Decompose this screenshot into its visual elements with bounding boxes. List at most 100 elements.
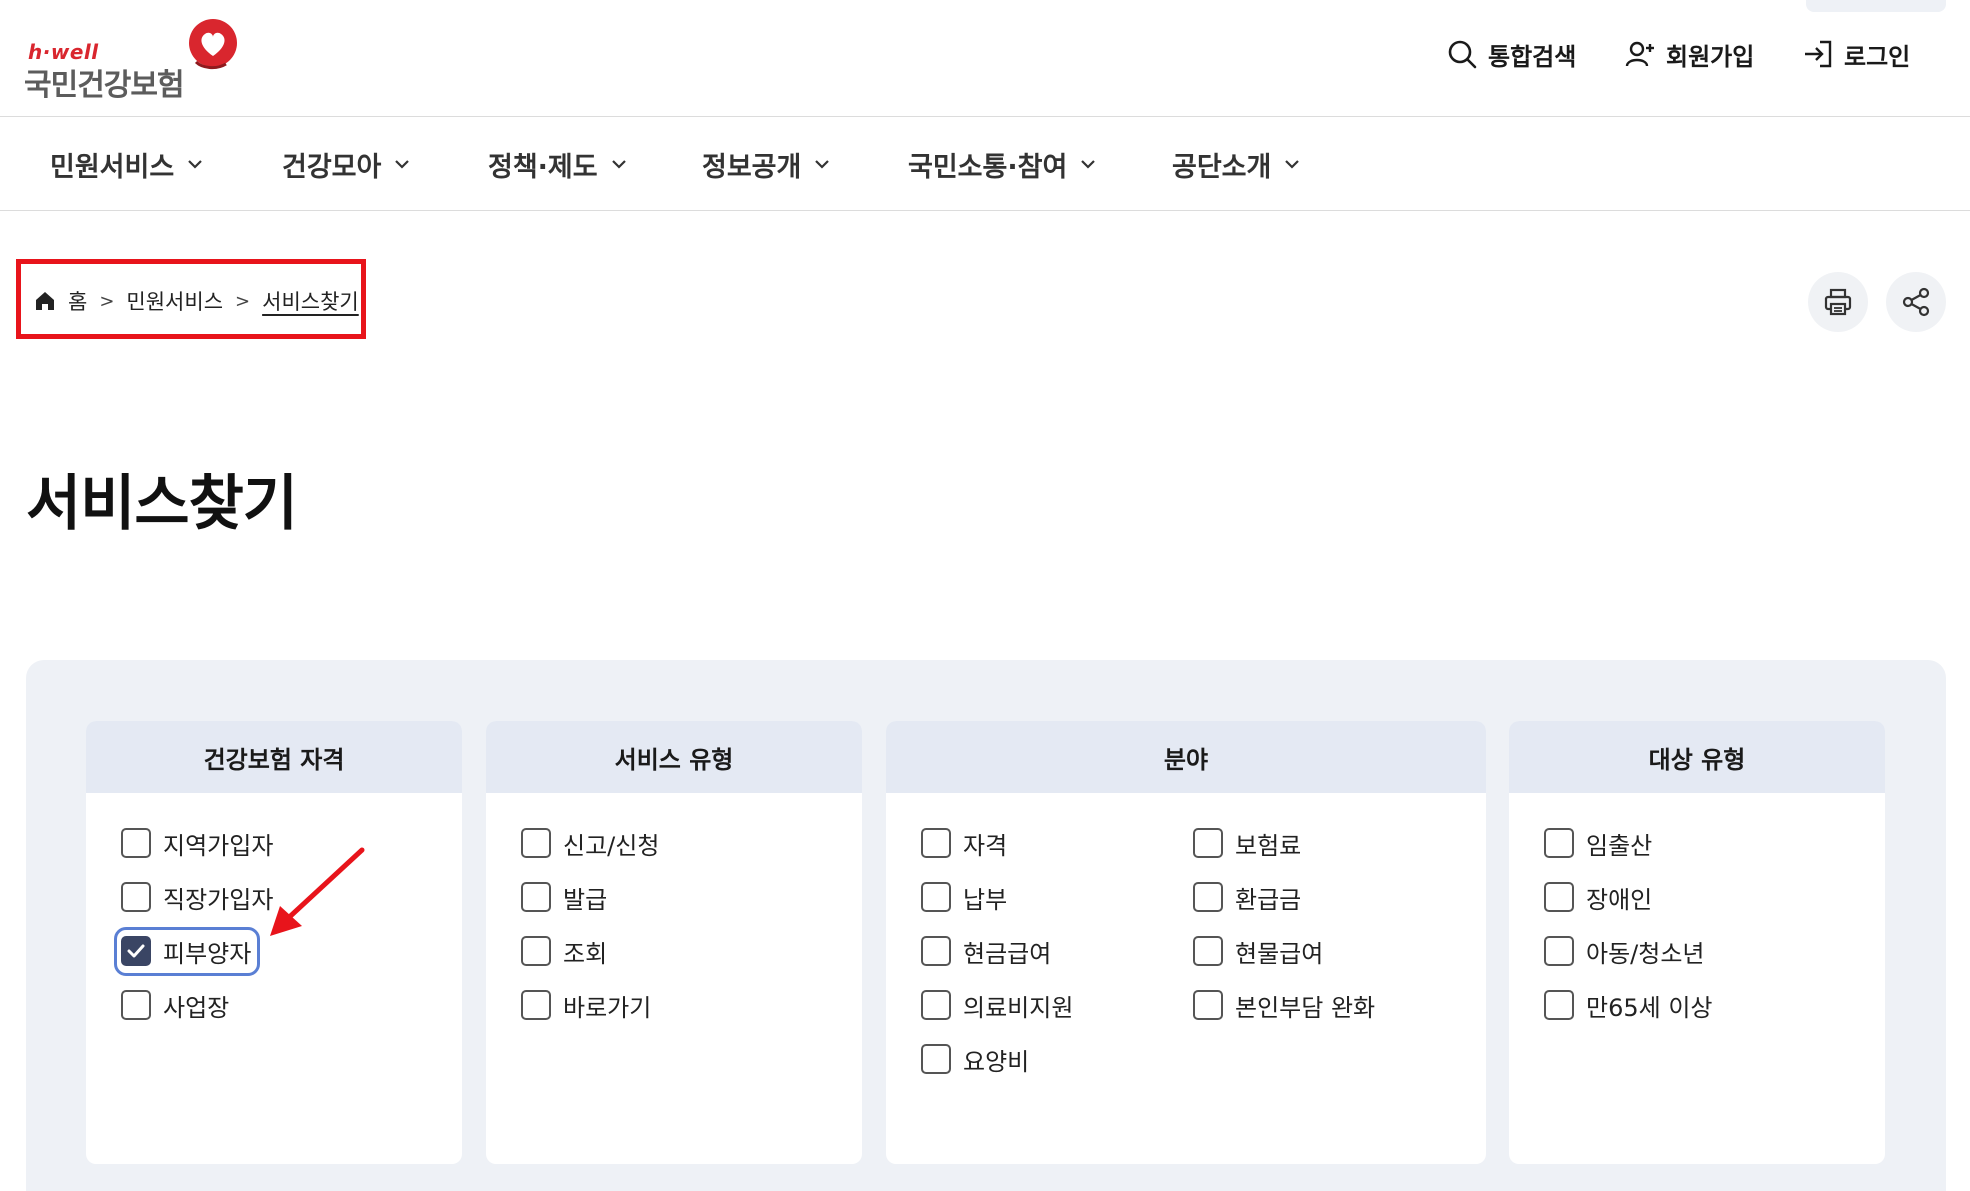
- checkbox-label: 자격: [963, 831, 1008, 860]
- gnb-item-about[interactable]: 공단소개: [1172, 117, 1301, 211]
- checkbox[interactable]: [921, 828, 951, 858]
- chevron-down-icon: [395, 160, 410, 169]
- gnb-item-policy[interactable]: 정책·제도: [488, 117, 628, 211]
- filter-card-title: 분야: [886, 721, 1486, 793]
- checkbox[interactable]: [121, 828, 151, 858]
- filter-card-title: 서비스 유형: [486, 721, 862, 793]
- gnb-item-label: 민원서비스: [50, 151, 175, 183]
- gnb-item-health-moa[interactable]: 건강모아: [282, 117, 411, 211]
- chevron-down-icon: [1081, 160, 1096, 169]
- gnb-item-label: 건강모아: [282, 151, 382, 183]
- login-button[interactable]: 로그인: [1802, 30, 1910, 78]
- gnb-item-civil-service[interactable]: 민원서비스: [50, 117, 204, 211]
- checkbox[interactable]: [521, 882, 551, 912]
- integrated-search-button[interactable]: 통합검색: [1446, 30, 1576, 78]
- checkbox-option-pregnancy-birth[interactable]: 임출산: [1544, 824, 1652, 862]
- gnb-item-label: 국민소통·참여: [908, 151, 1068, 183]
- checkbox-option-premium[interactable]: 보험료: [1193, 824, 1301, 862]
- checkbox-option-workplace-subscriber[interactable]: 직장가입자: [121, 878, 273, 916]
- checkbox-label: 만65세 이상: [1586, 993, 1713, 1022]
- checkbox[interactable]: [1193, 828, 1223, 858]
- top-utility-strip: [1806, 0, 1946, 12]
- checkbox-option-inquiry[interactable]: 조회: [521, 932, 607, 970]
- annotation-arrow-icon: [270, 847, 365, 936]
- checkbox-label: 지역가입자: [163, 831, 274, 860]
- checkbox[interactable]: [521, 828, 551, 858]
- checkbox-option-medical-support[interactable]: 의료비지원: [921, 986, 1073, 1024]
- chevron-down-icon: [815, 160, 830, 169]
- page-title: 서비스찾기: [26, 469, 298, 539]
- chevron-down-icon: [611, 160, 626, 169]
- checkbox-checked[interactable]: [121, 936, 151, 966]
- checkbox-option-disabled[interactable]: 장애인: [1544, 878, 1652, 916]
- checkbox[interactable]: [921, 936, 951, 966]
- checkbox-label: 환급금: [1235, 885, 1302, 914]
- checkbox-option-payment[interactable]: 납부: [921, 878, 1007, 916]
- checkbox-label: 납부: [963, 885, 1008, 914]
- checkbox-label: 임출산: [1586, 831, 1653, 860]
- checkbox-label: 장애인: [1586, 885, 1653, 914]
- checkbox[interactable]: [1193, 990, 1223, 1020]
- checkbox[interactable]: [921, 882, 951, 912]
- checkbox-option-report-apply[interactable]: 신고/신청: [521, 824, 659, 862]
- checkbox-option-care-cost[interactable]: 요양비: [921, 1040, 1029, 1078]
- print-button[interactable]: [1808, 272, 1868, 332]
- checkbox-option-qualification[interactable]: 자격: [921, 824, 1007, 862]
- checkbox-label: 바로가기: [563, 993, 652, 1022]
- gnb-item-communication[interactable]: 국민소통·참여: [908, 117, 1097, 211]
- user-add-icon: [1625, 41, 1654, 67]
- breadcrumb-current[interactable]: 서비스찾기: [262, 286, 359, 316]
- checkbox[interactable]: [1544, 828, 1574, 858]
- search-icon: [1448, 40, 1477, 69]
- login-label: 로그인: [1844, 42, 1911, 71]
- checkbox-label: 신고/신청: [563, 831, 660, 860]
- checkbox-option-senior-65[interactable]: 만65세 이상: [1544, 986, 1713, 1024]
- checkbox[interactable]: [1544, 990, 1574, 1020]
- checkbox[interactable]: [1193, 882, 1223, 912]
- share-button[interactable]: [1886, 272, 1946, 332]
- checkbox-label: 현금급여: [963, 939, 1052, 968]
- checkbox-option-issue[interactable]: 발급: [521, 878, 607, 916]
- checkbox-label: 보험료: [1235, 831, 1302, 860]
- checkbox-option-dependent[interactable]: 피부양자: [121, 932, 251, 970]
- gnb-item-label: 공단소개: [1172, 151, 1272, 183]
- filter-card-title: 대상 유형: [1509, 721, 1885, 793]
- checkbox-label: 조회: [563, 939, 608, 968]
- checkbox-option-cash-benefit[interactable]: 현금급여: [921, 932, 1051, 970]
- checkbox-label: 아동/청소년: [1586, 939, 1705, 968]
- checkbox[interactable]: [121, 990, 151, 1020]
- checkbox-option-regional-subscriber[interactable]: 지역가입자: [121, 824, 273, 862]
- heart-logo-icon: [189, 19, 237, 70]
- checkbox-label: 요양비: [963, 1047, 1030, 1076]
- checkbox[interactable]: [121, 882, 151, 912]
- breadcrumb-home[interactable]: 홈: [68, 286, 87, 316]
- checkbox[interactable]: [521, 936, 551, 966]
- integrated-search-label: 통합검색: [1488, 42, 1577, 71]
- checkbox-option-shortcut[interactable]: 바로가기: [521, 986, 651, 1024]
- checkbox-label: 사업장: [163, 993, 230, 1022]
- home-icon[interactable]: [34, 290, 56, 312]
- checkbox-option-workplace[interactable]: 사업장: [121, 986, 229, 1024]
- checkbox-option-refund[interactable]: 환급금: [1193, 878, 1301, 916]
- checkbox[interactable]: [921, 990, 951, 1020]
- site-logo[interactable]: h·well 국민건강보험: [24, 18, 244, 103]
- checkbox-label: 피부양자: [163, 939, 252, 968]
- checkbox-option-child-youth[interactable]: 아동/청소년: [1544, 932, 1705, 970]
- checkbox[interactable]: [1544, 882, 1574, 912]
- checkbox-option-in-kind-benefit[interactable]: 현물급여: [1193, 932, 1323, 970]
- breadcrumb-separator: >: [235, 290, 251, 312]
- checkmark-icon: [127, 944, 145, 958]
- signup-button[interactable]: 회원가입: [1624, 30, 1754, 78]
- checkbox[interactable]: [1193, 936, 1223, 966]
- breadcrumb-level1[interactable]: 민원서비스: [126, 286, 223, 316]
- checkbox-option-copay-relief[interactable]: 본인부담 완화: [1193, 986, 1375, 1024]
- checkbox[interactable]: [1544, 936, 1574, 966]
- checkbox[interactable]: [921, 1044, 951, 1074]
- gnb-item-disclosure[interactable]: 정보공개: [702, 117, 831, 211]
- print-icon: [1824, 288, 1852, 316]
- checkbox[interactable]: [521, 990, 551, 1020]
- chevron-down-icon: [188, 160, 202, 169]
- chevron-down-icon: [1285, 160, 1300, 169]
- checkbox-label: 발급: [563, 885, 608, 914]
- filter-card-title: 건강보험 자격: [86, 721, 462, 793]
